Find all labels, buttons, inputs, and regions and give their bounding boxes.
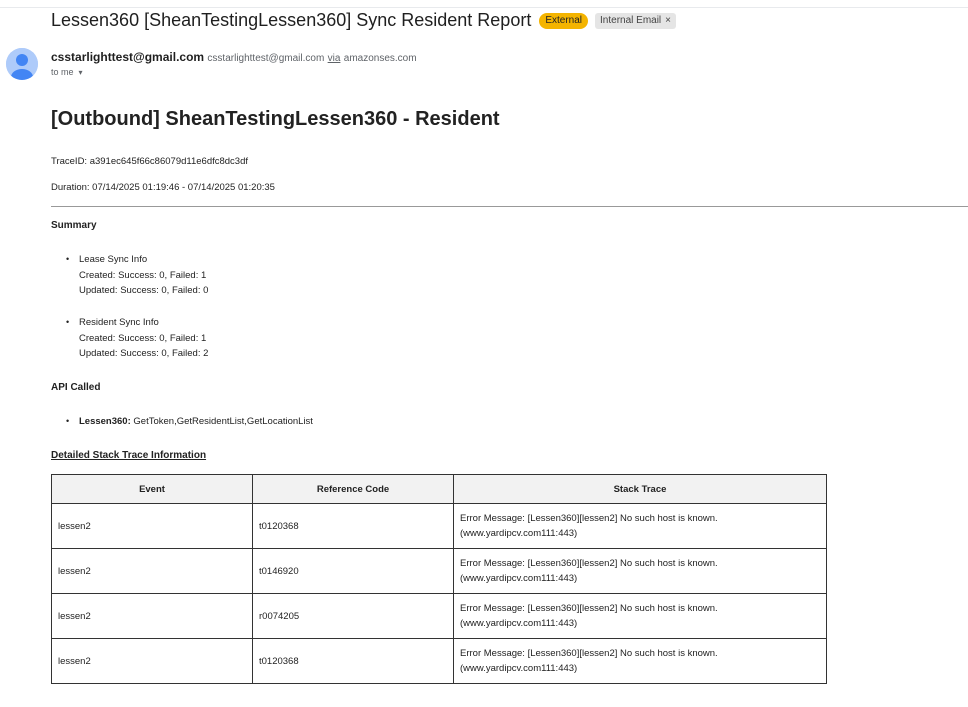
sender-domain: amazonses.com	[343, 53, 417, 64]
cell-stack-trace: Error Message: [Lessen360][lessen2] No s…	[453, 503, 827, 549]
remove-label-icon[interactable]: ×	[665, 15, 671, 27]
cell-reference-code: t0120368	[252, 638, 454, 684]
table-header-row: Event Reference Code Stack Trace	[51, 474, 827, 504]
error-message: Error Message: [Lessen360][lessen2] No s…	[460, 513, 718, 524]
summary-item-resident: • Resident Sync Info Created: Success: 0…	[66, 315, 208, 362]
cell-stack-trace: Error Message: [Lessen360][lessen2] No s…	[453, 638, 827, 684]
subject-row: Lessen360 [SheanTestingLessen360] Sync R…	[51, 10, 676, 31]
error-host: (www.yardipcv.com111:443)	[460, 573, 578, 584]
summary-item-lease: • Lease Sync Info Created: Success: 0, F…	[66, 252, 208, 299]
stack-trace-heading: Detailed Stack Trace Information	[51, 450, 207, 461]
bullet: •	[66, 416, 70, 426]
sender-email: csstarlighttest@gmail.com	[207, 53, 325, 64]
error-host: (www.yardipcv.com111:443)	[460, 663, 578, 674]
error-message: Error Message: [Lessen360][lessen2] No s…	[460, 558, 718, 569]
table-row: lessen2 t0120368 Error Message: [Lessen3…	[51, 503, 827, 549]
col-header-reference-code: Reference Code	[252, 474, 454, 504]
external-badge: External	[539, 12, 589, 29]
sender-avatar[interactable]	[6, 48, 38, 80]
recipient-text: to me	[51, 67, 74, 77]
cell-event: lessen2	[51, 638, 253, 684]
recipient-details-toggle[interactable]: to me ▾	[51, 67, 83, 77]
sender-name[interactable]: csstarlighttest@gmail.com	[51, 50, 204, 64]
summary-item-created: Created: Success: 0, Failed: 1	[79, 269, 207, 281]
sender-line: csstarlighttest@gmail.com csstarlighttes…	[51, 50, 417, 64]
cell-reference-code: t0146920	[252, 548, 454, 594]
api-item: • Lessen360: GetToken,GetResidentList,Ge…	[66, 414, 313, 430]
trace-id: TraceID: a391ec645f66c86079d11e6dfc8dc3d…	[51, 156, 249, 167]
bullet: •	[66, 317, 70, 327]
summary-item-title: Resident Sync Info	[79, 317, 159, 328]
cell-stack-trace: Error Message: [Lessen360][lessen2] No s…	[453, 548, 827, 594]
table-row: lessen2 t0120368 Error Message: [Lessen3…	[51, 638, 827, 684]
col-header-event: Event	[51, 474, 253, 504]
summary-item-title: Lease Sync Info	[79, 254, 148, 265]
bullet: •	[66, 254, 70, 264]
cell-event: lessen2	[51, 503, 253, 549]
cell-stack-trace: Error Message: [Lessen360][lessen2] No s…	[453, 593, 827, 639]
duration: Duration: 07/14/2025 01:19:46 - 07/14/20…	[51, 182, 275, 193]
table-row: lessen2 t0146920 Error Message: [Lessen3…	[51, 548, 827, 594]
summary-item-updated: Updated: Success: 0, Failed: 2	[79, 348, 209, 359]
api-heading: API Called	[51, 382, 101, 393]
error-message: Error Message: [Lessen360][lessen2] No s…	[460, 603, 718, 614]
section-divider	[51, 206, 968, 207]
via-link[interactable]: via	[328, 53, 341, 64]
cell-event: lessen2	[51, 593, 253, 639]
chevron-down-icon[interactable]: ▾	[79, 68, 83, 77]
top-divider	[0, 7, 968, 8]
email-subject: Lessen360 [SheanTestingLessen360] Sync R…	[51, 10, 532, 30]
api-name: Lessen360:	[79, 416, 131, 427]
summary-item-created: Created: Success: 0, Failed: 1	[79, 332, 207, 344]
summary-item-updated: Updated: Success: 0, Failed: 0	[79, 285, 209, 296]
col-header-stack-trace: Stack Trace	[453, 474, 827, 504]
summary-heading: Summary	[51, 220, 97, 231]
error-message: Error Message: [Lessen360][lessen2] No s…	[460, 648, 718, 659]
api-calls: GetToken,GetResidentList,GetLocationList	[130, 416, 313, 427]
report-title: [Outbound] SheanTestingLessen360 - Resid…	[51, 108, 500, 130]
stack-trace-table: Event Reference Code Stack Trace lessen2…	[51, 474, 827, 684]
error-host: (www.yardipcv.com111:443)	[460, 528, 578, 539]
table-row: lessen2 r0074205 Error Message: [Lessen3…	[51, 593, 827, 639]
cell-reference-code: r0074205	[252, 593, 454, 639]
error-host: (www.yardipcv.com111:443)	[460, 618, 578, 629]
person-icon	[6, 48, 38, 80]
cell-reference-code: t0120368	[252, 503, 454, 549]
label-chip-text: Internal Email	[600, 14, 662, 26]
cell-event: lessen2	[51, 548, 253, 594]
label-chip-internal-email[interactable]: Internal Email ×	[595, 12, 676, 29]
